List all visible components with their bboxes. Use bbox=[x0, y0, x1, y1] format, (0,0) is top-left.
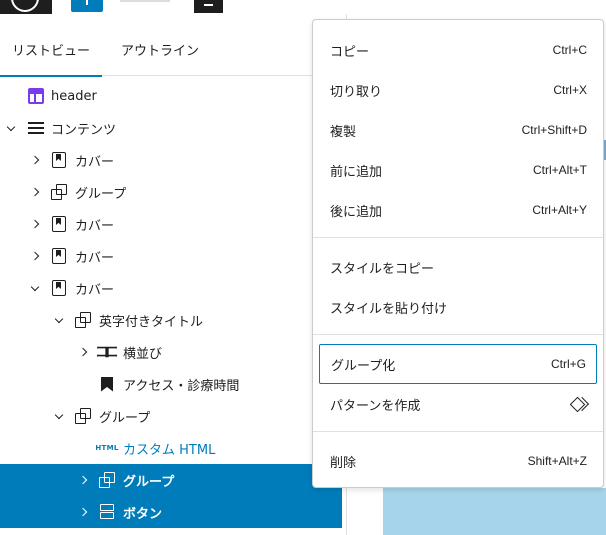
editor-toolbar bbox=[0, 0, 606, 14]
chevron-right-icon[interactable] bbox=[29, 186, 41, 198]
list-item[interactable]: カバー bbox=[0, 144, 342, 176]
list-item[interactable]: グループ bbox=[0, 176, 342, 208]
sidebar-tabs: リストビュー アウトライン bbox=[0, 32, 346, 77]
menu-divider bbox=[313, 431, 603, 432]
list-item-label: アクセス・診療時間 bbox=[123, 378, 240, 394]
html-icon: HTML bbox=[95, 444, 119, 452]
menu-item-cut[interactable]: 切り取り Ctrl+X bbox=[319, 72, 597, 108]
list-item-label: カバー bbox=[75, 250, 115, 266]
chevron-right-icon[interactable] bbox=[29, 154, 41, 166]
cover-icon bbox=[50, 215, 68, 233]
wordpress-logo-icon[interactable] bbox=[0, 0, 52, 14]
list-item-label: 英字付きタイトル bbox=[99, 314, 204, 330]
menu-item-shortcut: Ctrl+Alt+Y bbox=[532, 203, 587, 217]
list-item-label: ボタン bbox=[123, 506, 163, 522]
undo-redo-icons[interactable] bbox=[120, 0, 170, 3]
cover-icon bbox=[50, 247, 68, 265]
menu-item-group[interactable]: グループ化 Ctrl+G bbox=[319, 344, 597, 384]
menu-item-shortcut: Ctrl+Alt+T bbox=[532, 163, 587, 177]
menu-item-label: 後に追加 bbox=[330, 204, 383, 220]
menu-item-label: スタイルをコピー bbox=[330, 261, 435, 277]
menu-item-delete[interactable]: 削除 Shift+Alt+Z bbox=[319, 443, 597, 479]
list-item-label: グループ bbox=[99, 410, 151, 426]
chevron-down-icon[interactable] bbox=[29, 282, 41, 294]
menu-item-label: パターンを作成 bbox=[330, 398, 421, 414]
chevron-right-icon[interactable] bbox=[77, 474, 89, 486]
chevron-right-icon[interactable] bbox=[29, 250, 41, 262]
group-icon bbox=[74, 407, 92, 425]
menu-item-shortcut: Ctrl+G bbox=[550, 357, 586, 371]
list-item[interactable]: 英字付きタイトル bbox=[0, 304, 342, 336]
chevron-right-icon[interactable] bbox=[29, 218, 41, 230]
group-icon bbox=[98, 471, 116, 489]
menu-item-insert-after[interactable]: 後に追加 Ctrl+Alt+Y bbox=[319, 192, 597, 228]
list-item[interactable]: カバー bbox=[0, 240, 342, 272]
menu-divider bbox=[313, 334, 603, 335]
chevron-down-icon[interactable] bbox=[5, 122, 17, 134]
tab-outline[interactable]: アウトライン bbox=[109, 32, 211, 76]
block-options-menu: コピー Ctrl+C 切り取り Ctrl+X 複製 Ctrl+Shift+D 前… bbox=[312, 19, 604, 488]
menu-item-label: スタイルを貼り付け bbox=[330, 301, 448, 317]
bookmark-icon bbox=[98, 375, 116, 393]
cover-icon bbox=[50, 151, 68, 169]
list-item-label: グループ bbox=[123, 474, 175, 490]
buttons-icon bbox=[98, 503, 116, 521]
list-item[interactable]: カバー bbox=[0, 272, 342, 304]
menu-item-label: 前に追加 bbox=[330, 164, 383, 180]
list-item-label: header bbox=[51, 88, 97, 104]
menu-item-shortcut: Shift+Alt+Z bbox=[527, 454, 587, 468]
list-item-label: カバー bbox=[75, 218, 115, 234]
menu-divider bbox=[313, 237, 603, 238]
list-item-label: グループ bbox=[75, 186, 127, 202]
selected-block-canvas-highlight bbox=[383, 488, 606, 535]
list-item-label: コンテンツ bbox=[51, 122, 117, 138]
tab-list-view[interactable]: リストビュー bbox=[0, 32, 103, 77]
list-item[interactable]: header bbox=[0, 80, 342, 112]
list-item-label: カバー bbox=[75, 282, 115, 298]
menu-item-insert-before[interactable]: 前に追加 Ctrl+Alt+T bbox=[319, 152, 597, 188]
menu-item-create-pattern[interactable]: パターンを作成 bbox=[319, 386, 597, 422]
chevron-right-icon[interactable] bbox=[77, 346, 89, 358]
pattern-icon bbox=[569, 397, 587, 411]
list-item[interactable]: HTML カスタム HTML bbox=[0, 432, 342, 464]
menu-item-paste-styles[interactable]: スタイルを貼り付け bbox=[319, 289, 597, 325]
list-item-selected[interactable]: グループ bbox=[0, 464, 342, 496]
row-icon: ココ bbox=[95, 345, 119, 361]
menu-item-shortcut: Ctrl+C bbox=[552, 43, 587, 57]
list-item[interactable]: アクセス・診療時間 bbox=[0, 368, 342, 400]
cover-icon bbox=[50, 279, 68, 297]
list-item-label: カバー bbox=[75, 154, 115, 170]
list-item[interactable]: カバー bbox=[0, 208, 342, 240]
list-item[interactable]: コンテンツ bbox=[0, 112, 342, 144]
menu-item-shortcut: Ctrl+Shift+D bbox=[521, 123, 587, 137]
menu-item-label: コピー bbox=[330, 44, 370, 60]
group-icon bbox=[50, 183, 68, 201]
group-icon bbox=[74, 311, 92, 329]
list-item-label: 横並び bbox=[123, 346, 163, 362]
list-item[interactable]: グループ bbox=[0, 400, 342, 432]
list-item-selected[interactable]: ボタン bbox=[0, 496, 342, 528]
add-block-button[interactable] bbox=[71, 0, 103, 12]
template-part-header-icon bbox=[27, 87, 45, 105]
list-icon bbox=[27, 119, 45, 137]
list-item-label: カスタム HTML bbox=[123, 442, 216, 458]
chevron-right-icon[interactable] bbox=[77, 506, 89, 518]
list-view-toggle-button[interactable] bbox=[194, 0, 223, 13]
chevron-down-icon[interactable] bbox=[53, 314, 65, 326]
menu-item-label: グループ化 bbox=[331, 358, 396, 374]
menu-item-shortcut: Ctrl+X bbox=[553, 83, 587, 97]
menu-item-copy-styles[interactable]: スタイルをコピー bbox=[319, 249, 597, 285]
menu-item-label: 削除 bbox=[330, 455, 357, 471]
menu-item-label: 複製 bbox=[330, 124, 357, 140]
menu-item-copy[interactable]: コピー Ctrl+C bbox=[319, 32, 597, 68]
menu-item-duplicate[interactable]: 複製 Ctrl+Shift+D bbox=[319, 112, 597, 148]
menu-item-label: 切り取り bbox=[330, 84, 383, 100]
chevron-down-icon[interactable] bbox=[53, 410, 65, 422]
list-item[interactable]: ココ 横並び bbox=[0, 336, 342, 368]
